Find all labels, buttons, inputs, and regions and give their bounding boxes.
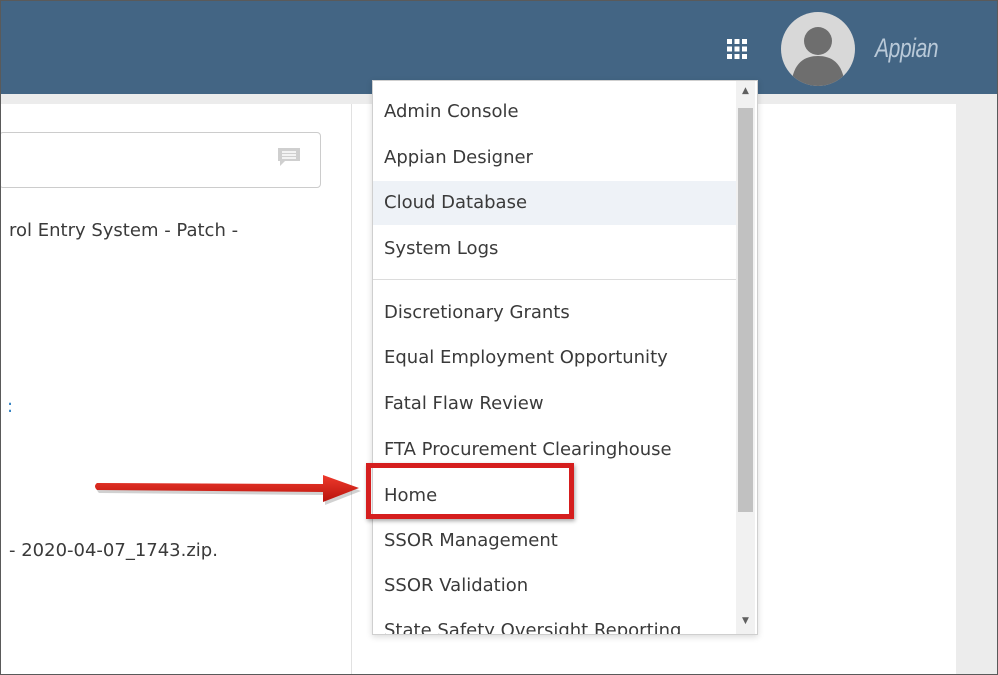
menu-item-appian-designer[interactable]: Appian Designer <box>373 136 736 180</box>
menu-item-fta-procurement-clearinghouse[interactable]: FTA Procurement Clearinghouse <box>373 428 736 472</box>
menu-item-fatal-flaw-review[interactable]: Fatal Flaw Review <box>373 382 736 426</box>
menu-item-discretionary-grants[interactable]: Discretionary Grants <box>373 291 736 335</box>
menu-item-state-safety-oversight-reporting[interactable]: State Safety Oversight Reporting <box>373 609 736 634</box>
scroll-down-arrow-icon[interactable]: ▼ <box>736 613 755 630</box>
app-brand-logo[interactable]: Appian <box>875 33 939 64</box>
menu-item-ssor-management[interactable]: SSOR Management <box>373 519 736 563</box>
menu-item-admin-console[interactable]: Admin Console <box>373 90 736 134</box>
scroll-up-arrow-icon[interactable]: ▲ <box>736 83 755 100</box>
app-window: Appian rol Entry System - Patch - : - 20… <box>0 0 998 675</box>
menu-item-equal-employment-opportunity[interactable]: Equal Employment Opportunity <box>373 336 736 380</box>
menu-scrollbar[interactable]: ▲ ▼ <box>736 81 755 634</box>
menu-item-cloud-database[interactable]: Cloud Database <box>373 181 736 225</box>
menu-item-ssor-validation[interactable]: SSOR Validation <box>373 564 736 608</box>
user-avatar-icon[interactable] <box>781 12 855 86</box>
grid-icon[interactable] <box>727 39 747 59</box>
menu-divider <box>373 279 736 280</box>
scrollbar-thumb[interactable] <box>738 108 753 512</box>
column-divider <box>351 104 352 674</box>
entry-link[interactable]: : <box>7 396 13 417</box>
attachment-filename-text: - 2020-04-07_1743.zip. <box>9 540 218 561</box>
comment-icon[interactable] <box>277 147 301 167</box>
menu-item-system-logs[interactable]: System Logs <box>373 227 736 271</box>
entry-title-text: rol Entry System - Patch - <box>9 220 239 241</box>
apps-dropdown-menu: Admin Console Appian Designer Cloud Data… <box>372 80 758 635</box>
comment-input[interactable] <box>1 132 321 188</box>
menu-item-home[interactable]: Home <box>373 474 736 518</box>
